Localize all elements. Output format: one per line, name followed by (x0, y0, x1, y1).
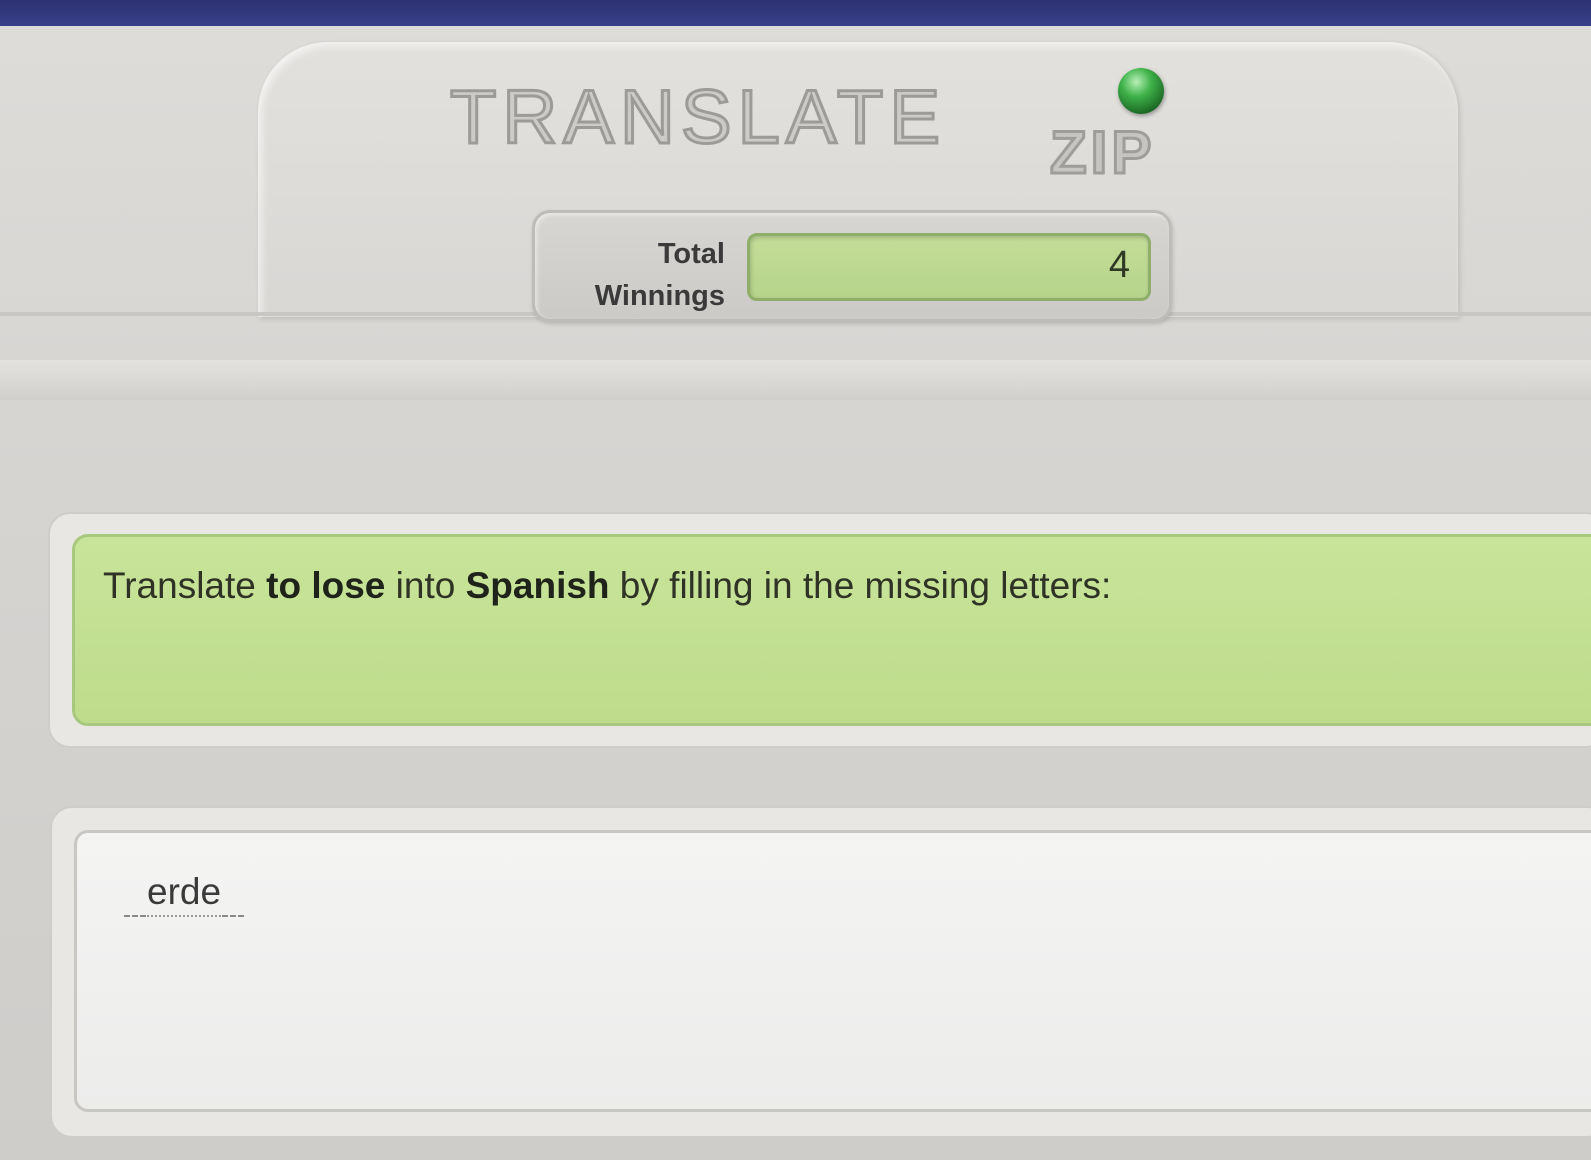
divider (1150, 312, 1591, 316)
top-bar (0, 0, 1591, 26)
question-prefix: Translate (103, 565, 267, 606)
total-winnings-label: Total Winnings (594, 238, 725, 312)
answer-word[interactable]: erde (123, 871, 245, 917)
question-middle: into (385, 565, 466, 606)
app-logo: TRANSLATE ZIP (448, 68, 1250, 188)
logo-text: TRANSLATE (448, 75, 947, 160)
answer-visible-letters: erde (147, 871, 222, 917)
question-panel: Translate to lose into Spanish by fillin… (72, 534, 1591, 726)
question-language: Spanish (465, 565, 610, 606)
total-winnings-panel: Total Winnings 4 (532, 210, 1172, 322)
answer-panel[interactable]: erde (74, 830, 1591, 1112)
total-winnings-value: 4 (1108, 244, 1130, 286)
question-prompt: Translate to lose into Spanish by fillin… (103, 565, 1111, 607)
question-suffix: by filling in the missing letters: (609, 565, 1112, 606)
header-band (0, 360, 1591, 400)
logo-sub: ZIP (1048, 118, 1156, 187)
letter-blank-input[interactable] (222, 885, 245, 917)
question-term: to lose (266, 565, 386, 606)
divider (0, 312, 560, 316)
total-winnings-display: 4 (747, 233, 1151, 301)
status-light-icon (1118, 68, 1164, 114)
letter-blank-input[interactable] (124, 885, 146, 917)
